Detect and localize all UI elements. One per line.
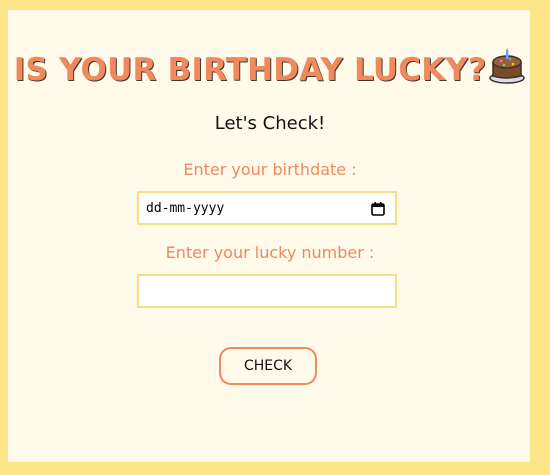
- check-button[interactable]: CHECK: [219, 347, 317, 385]
- birthdate-label: Enter your birthdate :: [183, 160, 357, 179]
- page-title: IS YOUR BIRTHDAY LUCKY?: [0, 48, 540, 92]
- cake-icon: [488, 48, 526, 92]
- birthdate-placeholder: dd-mm-yyyy: [146, 201, 225, 216]
- lucky-number-input[interactable]: [137, 274, 397, 308]
- title-text: IS YOUR BIRTHDAY LUCKY?: [13, 52, 487, 88]
- calendar-icon[interactable]: [371, 201, 385, 220]
- birthdate-input[interactable]: dd-mm-yyyy: [137, 191, 397, 225]
- subtitle: Let's Check!: [214, 113, 326, 134]
- lucky-number-label: Enter your lucky number :: [165, 243, 375, 262]
